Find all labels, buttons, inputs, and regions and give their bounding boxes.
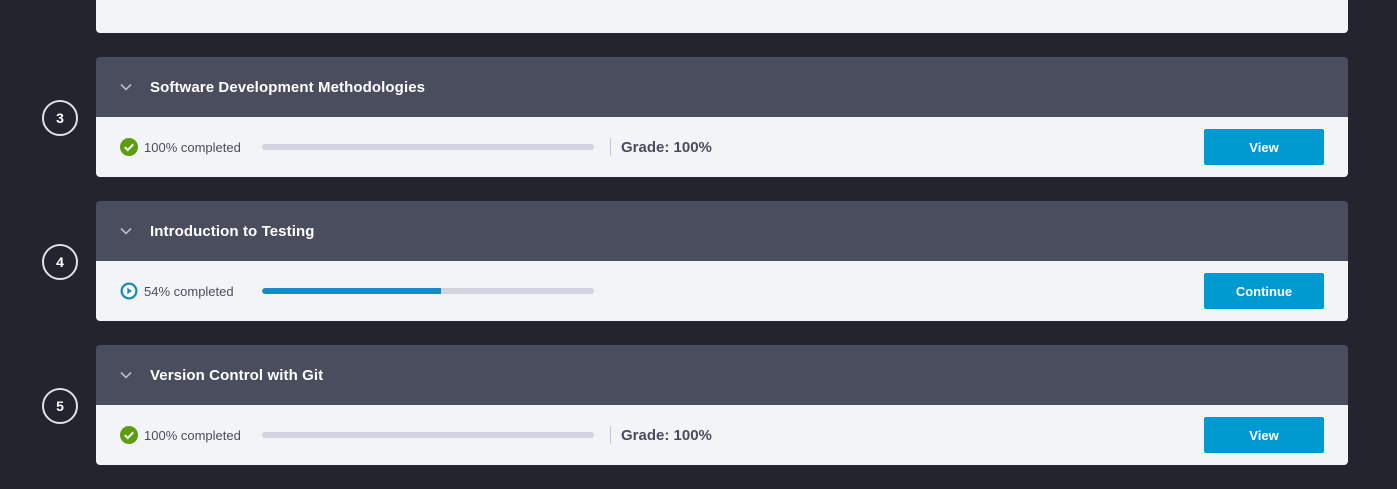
divider xyxy=(610,138,611,156)
module-header[interactable]: Software Development Methodologies xyxy=(96,57,1348,117)
previous-module-card xyxy=(96,0,1348,33)
module-progress-row: 54% completed Continue xyxy=(96,261,1348,321)
check-circle-icon xyxy=(120,138,138,156)
module-header[interactable]: Introduction to Testing xyxy=(96,201,1348,261)
progress-status-text: 54% completed xyxy=(144,283,234,299)
continue-button[interactable]: Continue xyxy=(1204,273,1324,309)
module-item: 5 Version Control with Git 100% complete… xyxy=(0,345,1397,465)
module-card: Introduction to Testing 54% completed Co… xyxy=(96,201,1348,321)
module-header[interactable]: Version Control with Git xyxy=(96,345,1348,405)
chevron-down-icon[interactable] xyxy=(119,224,133,238)
progress-status-text: 100% completed xyxy=(144,427,241,443)
view-button[interactable]: View xyxy=(1204,417,1324,453)
module-title: Version Control with Git xyxy=(150,366,324,384)
module-step-number: 4 xyxy=(42,244,78,280)
course-modules-page: 3 Software Development Methodologies 100… xyxy=(0,0,1397,489)
progress-bar xyxy=(262,144,594,150)
module-step-number: 5 xyxy=(42,388,78,424)
module-card: Software Development Methodologies 100% … xyxy=(96,57,1348,177)
module-progress-row: 100% completed Grade: 100% View xyxy=(96,117,1348,177)
module-card: Version Control with Git 100% completed … xyxy=(96,345,1348,465)
progress-bar xyxy=(262,432,594,438)
progress-bar-fill xyxy=(262,288,442,294)
view-button[interactable]: View xyxy=(1204,129,1324,165)
grade-label: Grade: 100% xyxy=(621,138,712,156)
module-progress-row: 100% completed Grade: 100% View xyxy=(96,405,1348,465)
module-title: Introduction to Testing xyxy=(150,222,315,240)
progress-status-text: 100% completed xyxy=(144,139,241,155)
play-circle-icon xyxy=(120,282,138,300)
module-item: 4 Introduction to Testing 54% completed … xyxy=(0,201,1397,321)
module-step-number: 3 xyxy=(42,100,78,136)
progress-bar xyxy=(262,288,594,294)
module-title: Software Development Methodologies xyxy=(150,78,426,96)
divider xyxy=(610,426,611,444)
module-item: 3 Software Development Methodologies 100… xyxy=(0,57,1397,177)
grade-label: Grade: 100% xyxy=(621,426,712,444)
chevron-down-icon[interactable] xyxy=(119,80,133,94)
check-circle-icon xyxy=(120,426,138,444)
chevron-down-icon[interactable] xyxy=(119,368,133,382)
